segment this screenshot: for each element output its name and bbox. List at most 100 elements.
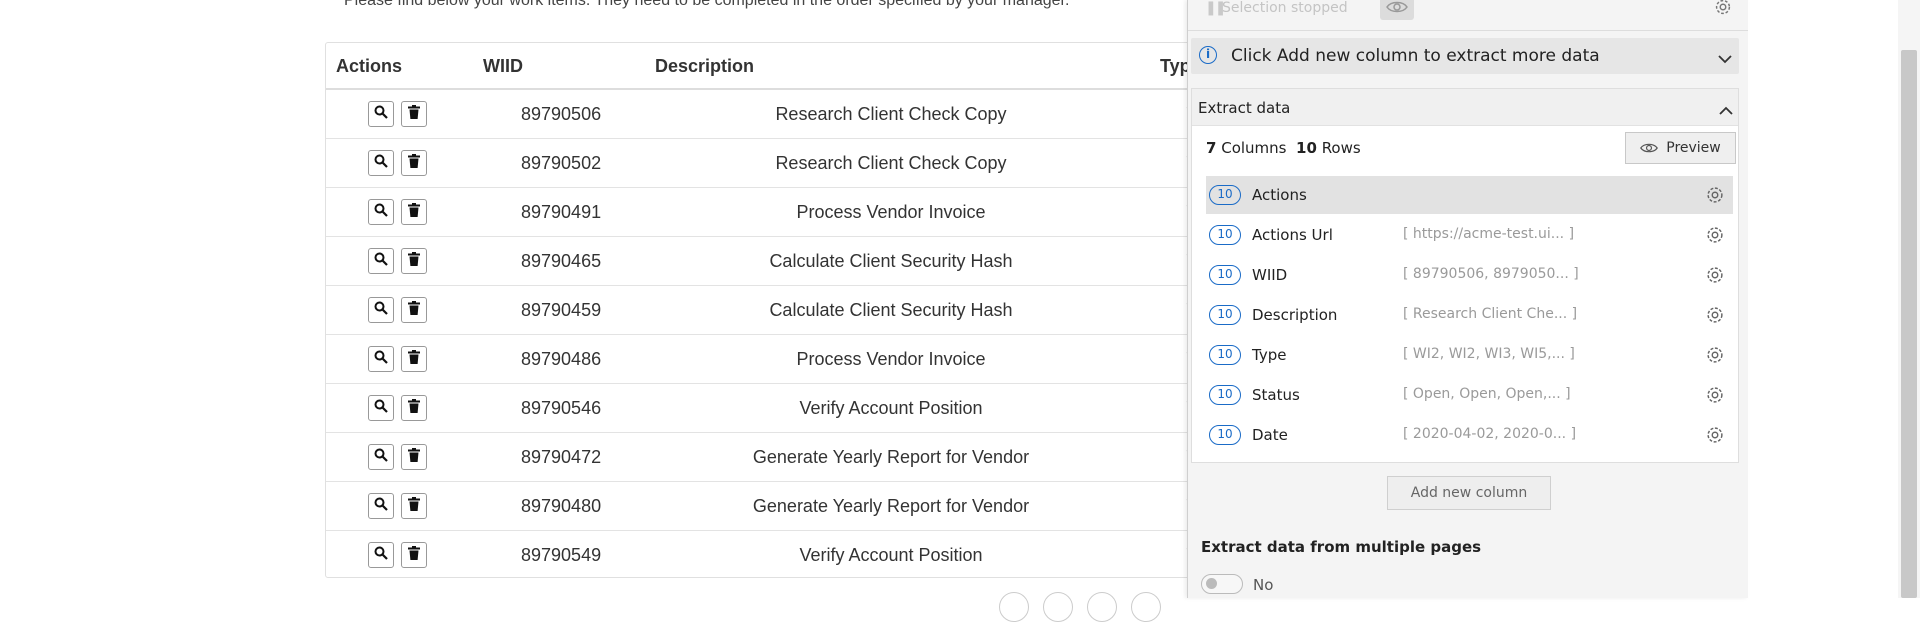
table-row: 89790546Verify Account Position' (326, 384, 1326, 433)
extract-data-section: Extract data 7 Columns 10 Rows Preview 1… (1191, 88, 1739, 463)
pagination-button[interactable] (999, 592, 1029, 622)
cell-description: Process Vendor Invoice (796, 349, 986, 369)
info-message: Click Add new column to extract more dat… (1231, 46, 1600, 66)
column-settings-button[interactable] (1704, 384, 1726, 410)
pagination-button[interactable] (1131, 592, 1161, 622)
header-wiid[interactable]: WIID (483, 56, 523, 77)
column-item[interactable]: 10 Date [ 2020-04-02, 2020-0... ] (1206, 416, 1733, 454)
view-button[interactable] (368, 101, 394, 127)
view-button[interactable] (368, 493, 394, 519)
column-item[interactable]: 10 Status [ Open, Open, Open,... ] (1206, 376, 1733, 414)
table-row: 89790502Research Client Check Copy' (326, 139, 1326, 188)
delete-button[interactable] (401, 199, 427, 225)
cell-wiid: 89790459 (521, 300, 602, 320)
column-settings-button[interactable] (1704, 424, 1726, 450)
search-icon (374, 350, 388, 369)
table-body: 89790506Research Client Check Copy' 89790… (326, 90, 1326, 577)
column-item[interactable]: 10 WIID [ 89790506, 8979050... ] (1206, 256, 1733, 294)
trash-icon (408, 545, 420, 565)
view-button[interactable] (368, 395, 394, 421)
column-count-badge: 10 (1209, 265, 1241, 285)
view-button[interactable] (368, 444, 394, 470)
view-button[interactable] (368, 199, 394, 225)
delete-button[interactable] (401, 346, 427, 372)
cell-wiid: 89790546 (521, 398, 602, 418)
table-row: 89790465Calculate Client Security Hash' (326, 237, 1326, 286)
column-item[interactable]: 10 Actions Url [ https://acme-test.ui... ] (1206, 216, 1733, 254)
delete-button[interactable] (401, 444, 427, 470)
column-settings-button[interactable] (1704, 344, 1726, 370)
eye-icon (1640, 143, 1659, 153)
column-name: Actions (1252, 186, 1307, 204)
toggle-knob (1206, 578, 1217, 589)
column-settings-button[interactable] (1704, 264, 1726, 290)
settings-button[interactable] (1712, 0, 1734, 22)
cell-wiid: 89790486 (521, 349, 602, 369)
rows-count: 10 (1296, 139, 1317, 157)
chevron-up-icon[interactable] (1719, 101, 1733, 120)
intro-text: Please find below your work items. They … (344, 0, 1070, 9)
pagination-button[interactable] (1087, 592, 1117, 622)
rows-label: Rows (1321, 139, 1361, 157)
delete-button[interactable] (401, 150, 427, 176)
toggle-label: No (1253, 576, 1274, 594)
view-button[interactable] (368, 248, 394, 274)
extract-data-header[interactable]: Extract data (1192, 89, 1738, 126)
header-description[interactable]: Description (655, 56, 754, 77)
header-actions[interactable]: Actions (336, 56, 402, 77)
column-name: Description (1252, 306, 1338, 324)
table-row: 89790549Verify Account Position' (326, 531, 1326, 577)
cell-wiid: 89790491 (521, 202, 602, 222)
scrollbar-thumb[interactable] (1901, 50, 1917, 598)
column-preview: [ WI2, WI2, WI3, WI5,... ] (1403, 346, 1575, 362)
column-settings-button[interactable] (1704, 304, 1726, 330)
hide-selection-button[interactable] (1380, 0, 1414, 20)
view-button[interactable] (368, 150, 394, 176)
info-banner[interactable]: i Click Add new column to extract more d… (1191, 38, 1739, 74)
trash-icon (408, 251, 420, 271)
multi-page-toggle[interactable] (1201, 574, 1243, 594)
search-icon (374, 154, 388, 173)
column-item[interactable]: 10 Description [ Research Client Che... ] (1206, 296, 1733, 334)
table-row: 89790472 Generate Yearly Report for Vendo… (326, 433, 1326, 482)
cell-description: Verify Account Position (799, 545, 983, 565)
column-preview: [ Research Client Che... ] (1403, 306, 1578, 322)
table-header: Actions WIID Description Typ (326, 43, 1326, 90)
delete-button[interactable] (401, 542, 427, 568)
cell-description: Research Client Check Copy (775, 104, 1007, 124)
delete-button[interactable] (401, 493, 427, 519)
gear-icon (1704, 427, 1726, 450)
view-button[interactable] (368, 542, 394, 568)
trash-icon (408, 202, 420, 222)
trash-icon (408, 496, 420, 516)
chevron-down-icon[interactable] (1718, 49, 1732, 68)
column-preview: [ Open, Open, Open,... ] (1403, 386, 1571, 402)
delete-button[interactable] (401, 395, 427, 421)
cell-description: Research Client Check Copy (775, 153, 1007, 173)
info-icon: i (1199, 46, 1217, 64)
cell-wiid: 89790502 (521, 153, 602, 173)
column-count-badge: 10 (1209, 425, 1241, 445)
cell-description: Calculate Client Security Hash (769, 251, 1013, 271)
pagination-button[interactable] (1043, 592, 1073, 622)
column-item[interactable]: 10 Type [ WI2, WI2, WI3, WI5,... ] (1206, 336, 1733, 374)
delete-button[interactable] (401, 297, 427, 323)
column-item[interactable]: 10 Actions (1206, 176, 1733, 214)
add-new-column-button[interactable]: Add new column (1387, 476, 1551, 510)
view-button[interactable] (368, 297, 394, 323)
cell-wiid: 89790465 (521, 251, 602, 271)
cell-description: Verify Account Position (799, 398, 983, 418)
column-settings-button[interactable] (1704, 184, 1726, 210)
search-icon (374, 252, 388, 271)
table-row: 89790480 Generate Yearly Report for Vendo… (326, 482, 1326, 531)
gear-icon (1704, 387, 1726, 410)
column-settings-button[interactable] (1704, 224, 1726, 250)
trash-icon (408, 104, 420, 124)
view-button[interactable] (368, 346, 394, 372)
data-extraction-panel: ❚❚ Selection stopped i Click Add new col… (1187, 0, 1748, 598)
column-preview: [ 2020-04-02, 2020-0... ] (1403, 426, 1577, 442)
table-row: 89790506Research Client Check Copy' (326, 90, 1326, 139)
delete-button[interactable] (401, 248, 427, 274)
preview-button[interactable]: Preview (1625, 132, 1736, 164)
delete-button[interactable] (401, 101, 427, 127)
